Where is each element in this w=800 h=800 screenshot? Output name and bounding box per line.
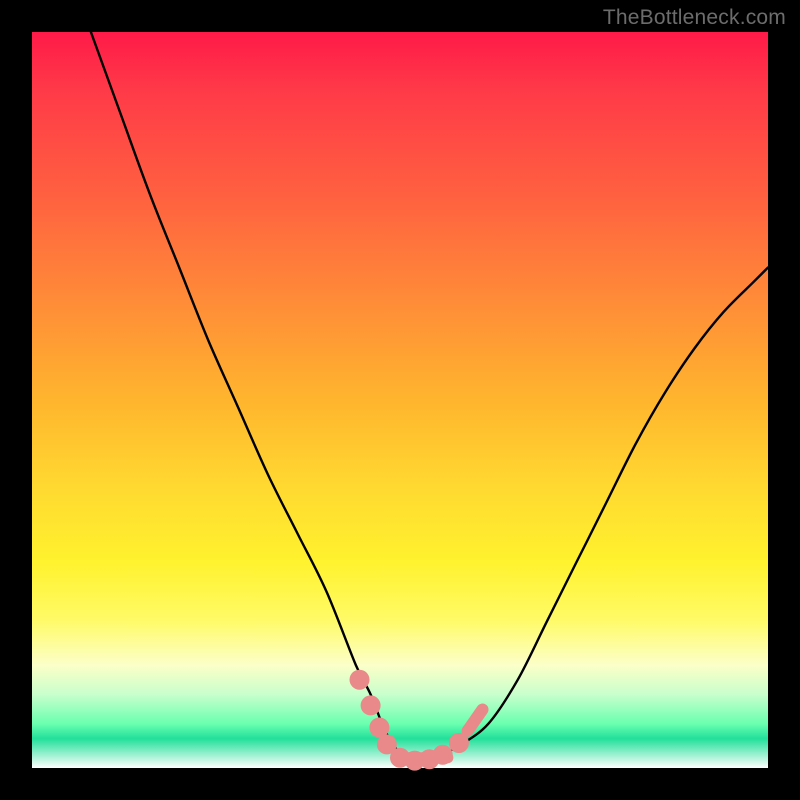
chart-frame: TheBottleneck.com — [0, 0, 800, 800]
marker-left-2 — [361, 695, 381, 715]
marker-left-1 — [350, 670, 370, 690]
watermark-text: TheBottleneck.com — [603, 6, 786, 30]
plot-area — [32, 32, 768, 768]
data-markers — [350, 670, 483, 771]
curve-svg — [32, 32, 768, 768]
bottleneck-curve — [91, 32, 768, 762]
marker-right-cluster — [468, 710, 483, 731]
marker-bottom-4 — [433, 745, 453, 765]
